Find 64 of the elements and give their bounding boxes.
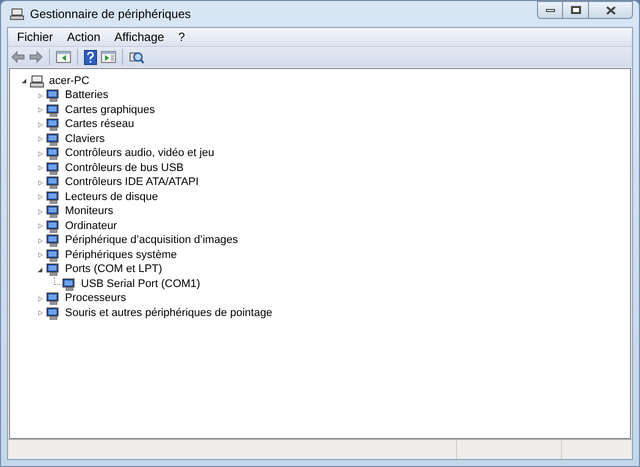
expand-arrow-icon[interactable] — [38, 92, 42, 100]
device-icon — [46, 89, 60, 102]
expand-arrow-icon[interactable] — [38, 208, 42, 216]
device-icon — [46, 306, 60, 320]
tree-item[interactable]: Ports (COM et LPT) — [65, 263, 162, 276]
device-icon — [46, 234, 60, 248]
tree-item[interactable]: Claviers — [65, 132, 105, 146]
maximize-button[interactable] — [563, 1, 589, 19]
expand-arrow-icon[interactable] — [38, 193, 42, 202]
device-icon — [46, 162, 60, 175]
back-arrow-icon[interactable] — [11, 51, 25, 63]
expand-arrow-icon[interactable] — [38, 135, 42, 144]
tree-item[interactable]: acer-PC — [49, 74, 90, 88]
tree-item[interactable]: Lecteurs de disque — [65, 190, 158, 204]
menu-item[interactable]: ? — [171, 29, 192, 45]
tree-item[interactable]: Moniteurs — [65, 205, 114, 218]
tree-item[interactable]: Cartes réseau — [65, 118, 134, 132]
device-icon — [46, 248, 60, 262]
device-icon — [46, 205, 60, 218]
expand-arrow-icon[interactable] — [38, 164, 42, 172]
computer-icon — [10, 8, 24, 20]
expand-arrow-icon[interactable] — [38, 294, 42, 303]
tree-item[interactable]: Souris et autres périphériques de pointage — [65, 306, 272, 320]
expand-arrow-icon[interactable] — [38, 309, 42, 318]
close-button[interactable] — [589, 1, 633, 19]
tree-item[interactable]: Périphérique d’acquisition d’images — [65, 234, 238, 248]
device-icon — [46, 147, 60, 160]
device-icon — [46, 176, 60, 190]
tree-item[interactable]: Contrôleurs IDE ATA/ATAPI — [65, 176, 199, 190]
tree-item[interactable]: Contrôleurs de bus USB — [65, 162, 184, 175]
expand-arrow-icon[interactable] — [38, 222, 42, 230]
expand-arrow-icon[interactable] — [38, 106, 42, 114]
window-title: Gestionnaire de périphériques — [30, 6, 191, 23]
menu-item[interactable]: Affichage — [107, 29, 172, 45]
device-icon — [46, 292, 60, 306]
menu-item[interactable]: Fichier — [10, 29, 60, 45]
tree-item[interactable]: Contrôleurs audio, vidéo et jeu — [65, 147, 214, 160]
minimize-button[interactable] — [537, 1, 563, 19]
device-icon — [46, 118, 60, 132]
expand-arrow-icon[interactable] — [38, 120, 42, 129]
collapse-arrow-icon[interactable] — [37, 266, 43, 273]
expand-arrow-icon[interactable] — [38, 178, 42, 187]
close-icon — [606, 6, 616, 14]
panel-icon[interactable] — [101, 51, 116, 63]
tree-item[interactable]: Ordinateur — [65, 220, 117, 233]
expand-arrow-icon[interactable] — [38, 251, 42, 260]
expand-arrow-icon[interactable] — [38, 236, 42, 245]
device-icon — [46, 220, 60, 233]
tree-item[interactable]: USB Serial Port (COM1) — [81, 278, 200, 291]
computer-icon — [30, 74, 44, 88]
device-icon — [46, 190, 60, 204]
tree-item[interactable]: Cartes graphiques — [65, 104, 155, 117]
collapse-arrow-icon[interactable] — [21, 78, 27, 84]
forward-arrow-icon[interactable] — [29, 51, 43, 63]
scan-icon[interactable] — [129, 50, 144, 64]
expand-arrow-icon[interactable] — [38, 150, 42, 158]
tree-item[interactable]: Batteries — [65, 89, 108, 102]
tree-item[interactable]: Périphériques système — [65, 248, 177, 262]
help-icon[interactable] — [84, 50, 97, 64]
tree-item[interactable]: Processeurs — [65, 292, 126, 306]
panel-icon[interactable] — [56, 51, 71, 63]
device-icon — [46, 132, 60, 146]
device-icon — [46, 104, 60, 117]
menu-item[interactable]: Action — [60, 29, 108, 45]
